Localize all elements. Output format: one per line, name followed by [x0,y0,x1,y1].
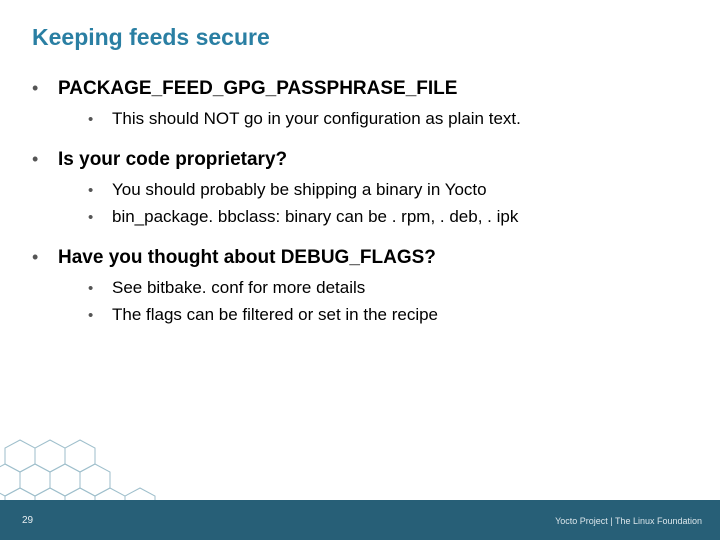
bullet-icon: • [32,78,58,99]
bullet-text: PACKAGE_FEED_GPG_PASSPHRASE_FILE [58,78,457,100]
sub-text: You should probably be shipping a binary… [112,179,487,202]
sub-text: See bitbake. conf for more details [112,277,365,300]
bullet-icon: • [88,110,112,130]
bullet-icon: • [88,306,112,326]
bullet-item: • PACKAGE_FEED_GPG_PASSPHRASE_FILE • Thi… [32,78,688,131]
page-number: 29 [22,515,33,526]
sub-text: bin_package. bbclass: binary can be . rp… [112,206,518,229]
bullet-text: Is your code proprietary? [58,149,287,171]
bullet-item: • Is your code proprietary? • You should… [32,149,688,229]
bullet-icon: • [32,149,58,170]
sub-item: • This should NOT go in your configurati… [88,108,688,131]
sub-list: • See bitbake. conf for more details • T… [32,277,688,327]
sub-text: This should NOT go in your configuration… [112,108,521,131]
bullet-icon: • [88,208,112,228]
bullet-icon: • [88,181,112,201]
sub-item: • You should probably be shipping a bina… [88,179,688,202]
bullet-list: • PACKAGE_FEED_GPG_PASSPHRASE_FILE • Thi… [32,78,688,327]
sub-item: • See bitbake. conf for more details [88,277,688,300]
slide-title: Keeping feeds secure [32,24,270,51]
bullet-item: • Have you thought about DEBUG_FLAGS? • … [32,247,688,327]
footer-text: Yocto Project | The Linux Foundation [555,516,702,526]
bullet-icon: • [88,279,112,299]
slide-content: • PACKAGE_FEED_GPG_PASSPHRASE_FILE • Thi… [32,78,688,345]
sub-item: • bin_package. bbclass: binary can be . … [88,206,688,229]
sub-list: • You should probably be shipping a bina… [32,179,688,229]
bullet-text: Have you thought about DEBUG_FLAGS? [58,247,436,269]
sub-item: • The flags can be filtered or set in th… [88,304,688,327]
sub-list: • This should NOT go in your configurati… [32,108,688,131]
slide: Keeping feeds secure • PACKAGE_FEED_GPG_… [0,0,720,540]
sub-text: The flags can be filtered or set in the … [112,304,438,327]
bullet-icon: • [32,247,58,268]
